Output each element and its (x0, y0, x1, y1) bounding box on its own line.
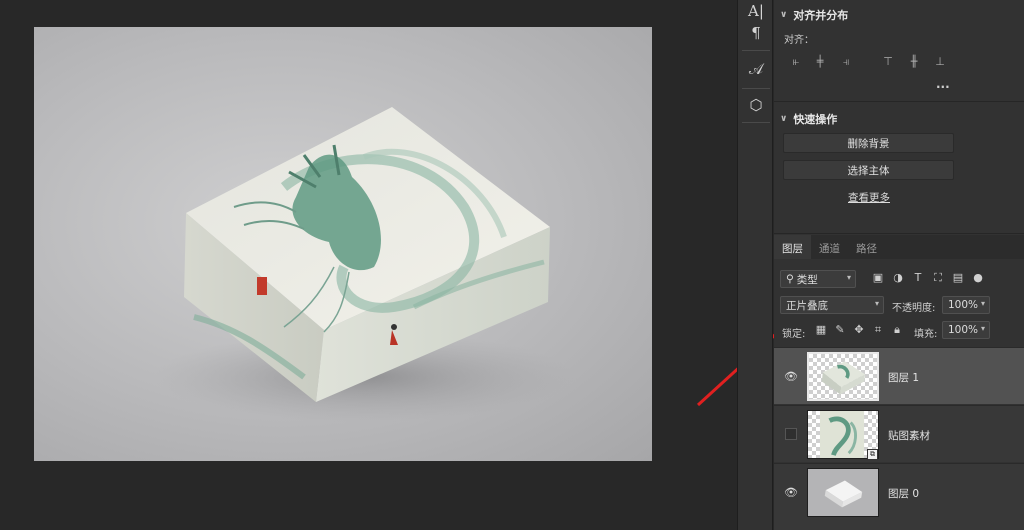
opacity-input[interactable]: 100% ▾ (942, 296, 990, 314)
lock-position-icon[interactable]: ✥ (852, 323, 866, 336)
remove-background-button[interactable]: 删除背景 (783, 133, 954, 153)
align-horizontal-center-icon[interactable]: ╪ (812, 55, 828, 69)
align-top-icon[interactable]: ⊤ (880, 55, 896, 69)
properties-panel: ∨ 对齐并分布 对齐： ⫦ ╪ ⫣ ⊤ ╫ ⊥ ··· ∨ 快速操作 删除背景 … (774, 0, 1024, 530)
canvas-area[interactable] (0, 0, 722, 530)
lock-transparent-icon[interactable]: ▦ (814, 323, 828, 336)
visibility-toggle-off[interactable] (785, 428, 797, 440)
divider (742, 50, 770, 51)
align-section-header[interactable]: ∨ 对齐并分布 (780, 7, 848, 23)
align-vertical-center-icon[interactable]: ╫ (906, 55, 922, 69)
select-subject-button[interactable]: 选择主体 (783, 160, 954, 180)
align-section-title: 对齐并分布 (793, 9, 849, 22)
smart-object-filter-icon[interactable]: ▤ (951, 271, 965, 284)
align-left-icon[interactable]: ⫦ (788, 55, 804, 69)
document-canvas[interactable] (34, 27, 652, 461)
divider (774, 233, 1024, 234)
quick-actions-header[interactable]: ∨ 快速操作 (780, 111, 837, 127)
lock-all-icon[interactable]: 🔒︎ (890, 323, 904, 337)
adjustment-filter-icon[interactable]: ◑ (891, 271, 905, 284)
align-bottom-icon[interactable]: ⊥ (932, 55, 948, 69)
tab-channels[interactable]: 通道 (811, 235, 848, 259)
divider (742, 122, 770, 123)
fill-label: 填充: (914, 329, 938, 340)
white-box-thumbnail (824, 480, 863, 508)
blend-mode-select[interactable]: 正片叠底 ▾ (780, 296, 884, 314)
type-filter-icon[interactable]: T (911, 271, 925, 284)
fill-input[interactable]: 100% ▾ (942, 321, 990, 339)
layer-thumbnail (807, 352, 879, 401)
eye-icon[interactable]: 👁︎ (784, 486, 798, 499)
divider (742, 88, 770, 89)
chevron-down-icon: ∨ (780, 10, 788, 20)
paragraph-icon[interactable]: ¶ (738, 24, 774, 42)
layer-name[interactable]: 贴图素材 (888, 428, 930, 443)
layer-row[interactable]: 👁︎ 图层 1 (774, 347, 1024, 404)
smart-object-badge-icon: ⧉ (867, 449, 878, 460)
fill-value: 100% (948, 324, 979, 336)
align-label: 对齐： (784, 35, 814, 46)
opacity-value: 100% (948, 299, 979, 311)
character-icon[interactable]: A| (738, 2, 774, 20)
layer-name[interactable]: 图层 0 (888, 486, 919, 501)
divider (774, 101, 1024, 102)
artboard-lock-icon[interactable]: ⌗ (871, 323, 885, 337)
chevron-down-icon: ▾ (980, 324, 985, 333)
photoshop-window: A| ¶ 𝒜 ⬡ ∨ 对齐并分布 对齐： ⫦ ╪ ⫣ ⊤ ╫ ⊥ ··· ∨ 快… (0, 0, 1024, 530)
more-options-icon[interactable]: ··· (936, 80, 950, 94)
blend-mode-value: 正片叠底 (786, 299, 828, 312)
search-icon: ⚲ (786, 273, 794, 285)
layer-filter-select[interactable]: ⚲ 类型 ▾ (780, 270, 856, 288)
layer-thumbnail (807, 468, 879, 517)
filter-toggle-icon[interactable]: ● (971, 271, 985, 284)
chevron-down-icon: ▾ (846, 273, 851, 282)
dragon-box-mockup (154, 107, 574, 422)
eye-icon[interactable]: 👁︎ (784, 370, 798, 383)
red-seal-stamp (257, 277, 267, 295)
layer-row[interactable]: 👁︎ 图层 0 (774, 463, 1024, 530)
box-art-thumbnail (821, 361, 866, 395)
layer-filter-value: 类型 (796, 273, 818, 286)
lock-image-icon[interactable]: ✎ (833, 323, 847, 336)
opacity-label: 不透明度: (892, 303, 936, 314)
tab-layers[interactable]: 图层 (774, 235, 811, 259)
layer-row[interactable]: ⧉ 贴图素材 (774, 405, 1024, 462)
tab-paths[interactable]: 路径 (848, 235, 885, 259)
pixel-filter-icon[interactable]: ▣ (871, 271, 885, 284)
shape-filter-icon[interactable]: ⛶ (931, 271, 945, 285)
chevron-down-icon: ▾ (874, 299, 879, 308)
lock-label: 锁定: (782, 329, 806, 340)
3d-cube-icon[interactable]: ⬡ (738, 96, 774, 114)
quick-actions-title: 快速操作 (793, 113, 838, 126)
layers-tab-bar: 图层 通道 路径 (774, 235, 1024, 259)
align-right-icon[interactable]: ⫣ (838, 55, 854, 69)
panel-icon-strip: A| ¶ 𝒜 ⬡ (737, 0, 773, 530)
layer-name[interactable]: 图层 1 (888, 370, 919, 385)
chevron-down-icon: ∨ (780, 114, 788, 124)
see-more-link[interactable]: 查看更多 (848, 190, 890, 205)
glyphs-icon[interactable]: 𝒜 (738, 60, 774, 78)
chevron-down-icon: ▾ (980, 299, 985, 308)
